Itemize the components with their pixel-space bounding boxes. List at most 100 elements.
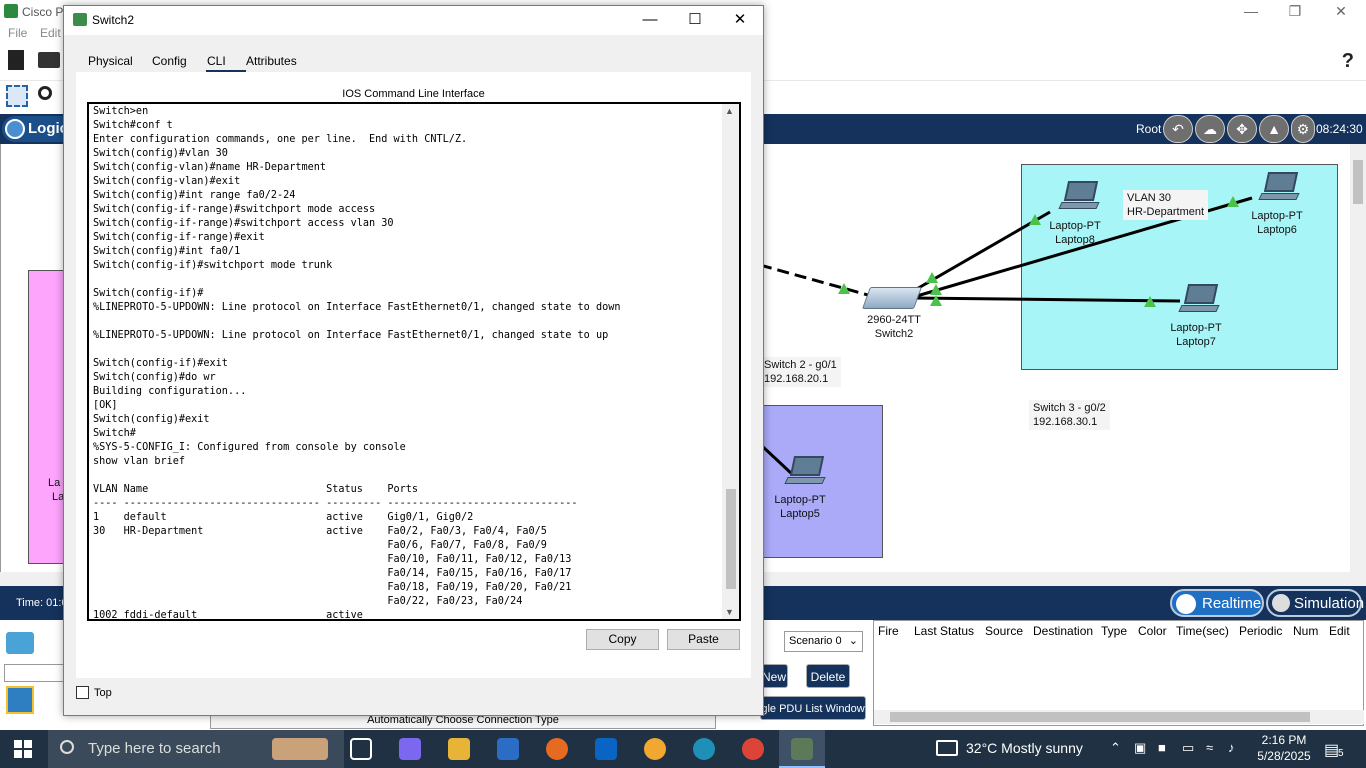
battery-icon[interactable]: ▭: [1182, 740, 1194, 756]
taskbar-date: 5/28/2025: [1257, 749, 1311, 763]
root-label: Root: [1136, 122, 1162, 136]
paste-button[interactable]: Paste: [667, 629, 740, 650]
col-type: Type: [1101, 624, 1128, 638]
laptop-icon[interactable]: [1058, 181, 1100, 211]
laptop8-model: Laptop-PT: [1049, 220, 1101, 232]
notification-count: 5: [1338, 748, 1344, 759]
switch2-gateway-note[interactable]: Switch 2 - g0/1 192.168.20.1: [760, 357, 841, 387]
cloud-icon[interactable]: ☁: [1195, 115, 1225, 143]
cli-output[interactable]: Switch>en Switch#conf t Enter configuratio…: [93, 105, 719, 619]
volume-icon[interactable]: ♪: [1228, 740, 1235, 755]
switch2-note-line1: Switch 2 - g0/1: [764, 359, 837, 371]
delete-scenario-button[interactable]: Delete: [806, 664, 850, 688]
cli-line: Fa0/18, Fa0/19, Fa0/20, Fa0/21: [93, 582, 572, 593]
new-file-icon[interactable]: [8, 50, 24, 70]
vlan-note[interactable]: VLAN 30 HR-Department: [1123, 190, 1209, 220]
cli-scrollbar[interactable]: ▲ ▼: [722, 104, 739, 619]
cli-line: ---- -------------------------------- --…: [93, 498, 578, 509]
switch3-gateway-note[interactable]: Switch 3 - g0/2 192.168.30.1: [1029, 400, 1110, 430]
search-highlight-icon[interactable]: [272, 738, 328, 760]
scroll-up-icon[interactable]: ▲: [725, 106, 734, 116]
search-icon: [60, 740, 74, 754]
camera-icon[interactable]: ■: [1158, 740, 1166, 755]
scenario-select[interactable]: Scenario 0 ⌄: [784, 631, 863, 652]
restore-icon[interactable]: ❐: [1272, 2, 1318, 22]
pdu-list-window-button[interactable]: gle PDU List Window: [760, 696, 866, 720]
copy-button[interactable]: Copy: [586, 629, 659, 650]
firefox-icon[interactable]: [546, 738, 568, 760]
move-icon[interactable]: ✥: [1227, 115, 1257, 143]
scroll-thumb[interactable]: [890, 712, 1310, 722]
windows-start-icon[interactable]: [14, 740, 32, 758]
menu-file[interactable]: File: [8, 26, 27, 40]
minimize-icon[interactable]: —: [1228, 2, 1274, 22]
col-last-status: Last Status: [914, 624, 975, 638]
cli-line: [93, 469, 719, 483]
scroll-thumb[interactable]: [1353, 160, 1363, 204]
edge-icon[interactable]: [693, 738, 715, 760]
top-checkbox-label: Top: [94, 687, 112, 699]
laptop-icon[interactable]: [1258, 172, 1300, 202]
open-folder-icon[interactable]: [38, 52, 60, 68]
menu-edit[interactable]: Edit: [40, 26, 61, 40]
connections-category-icon[interactable]: [6, 686, 34, 714]
wifi-icon[interactable]: ≈: [1206, 740, 1213, 755]
realtime-button[interactable]: Realtime: [1170, 589, 1264, 617]
weather-text[interactable]: 32°C Mostly sunny: [966, 740, 1083, 756]
scroll-down-icon[interactable]: ▼: [725, 607, 734, 617]
cli-console[interactable]: Switch>en Switch#conf t Enter configuratio…: [87, 102, 741, 621]
cli-line: Building configuration...: [93, 386, 247, 397]
tab-config[interactable]: Config: [152, 54, 187, 68]
select-icon[interactable]: [6, 85, 28, 107]
viewport-icon[interactable]: ⚙: [1291, 115, 1315, 143]
file-explorer-icon[interactable]: [448, 738, 470, 760]
simulation-icon: [1272, 594, 1290, 612]
minimize-icon[interactable]: —: [635, 10, 665, 32]
switch-model: 2960-24TT: [867, 314, 921, 326]
router-category-icon[interactable]: [6, 632, 34, 654]
pdu-hscroll[interactable]: [874, 710, 1364, 724]
tab-cli[interactable]: CLI: [207, 54, 226, 68]
weather-icon[interactable]: [936, 740, 958, 756]
laptop-icon[interactable]: [1178, 284, 1220, 314]
taskbar-time: 2:16 PM: [1261, 733, 1307, 747]
meet-now-icon[interactable]: ▣: [1134, 740, 1146, 756]
help-icon[interactable]: ?: [1342, 50, 1354, 73]
new-scenario-button[interactable]: New: [760, 664, 788, 688]
tab-attributes[interactable]: Attributes: [246, 54, 297, 68]
maximize-icon[interactable]: ☐: [680, 10, 710, 32]
close-icon[interactable]: ✕: [725, 10, 755, 32]
inspect-icon[interactable]: [38, 86, 52, 100]
chevron-up-icon[interactable]: ⌃: [1110, 740, 1121, 756]
task-view-icon[interactable]: [350, 738, 372, 760]
workspace-vscroll[interactable]: [1350, 144, 1366, 572]
background-image-icon[interactable]: ▲: [1259, 115, 1289, 143]
laptop8-name: Laptop8: [1055, 234, 1095, 245]
tab-physical[interactable]: Physical: [88, 54, 133, 68]
notification-icon[interactable]: ▤: [1324, 740, 1339, 760]
chrome-icon[interactable]: [742, 738, 764, 760]
laptop-icon[interactable]: [784, 456, 826, 486]
simulation-button[interactable]: Simulation: [1266, 589, 1364, 617]
cli-panel: IOS Command Line Interface Switch>en Swit…: [76, 72, 751, 678]
switch-icon[interactable]: [861, 287, 923, 309]
col-num: Num: [1293, 624, 1319, 638]
packet-tracer-icon[interactable]: [791, 738, 813, 760]
cli-line: [93, 273, 719, 287]
vpn-icon[interactable]: [644, 738, 666, 760]
copilot-icon[interactable]: [399, 738, 421, 760]
back-icon[interactable]: ↶: [1163, 115, 1193, 143]
top-checkbox[interactable]: [76, 686, 89, 699]
device-search-input[interactable]: [4, 664, 64, 682]
cli-line: Enter configuration commands, one per li…: [93, 134, 468, 145]
taskbar-clock[interactable]: 2:16 PM 5/28/2025: [1256, 732, 1312, 764]
cli-heading: IOS Command Line Interface: [342, 88, 485, 100]
scroll-thumb[interactable]: [726, 489, 736, 589]
outlook-icon[interactable]: [595, 738, 617, 760]
store-icon[interactable]: [497, 738, 519, 760]
search-placeholder: Type here to search: [88, 740, 221, 757]
link-status-indicator: [838, 283, 850, 294]
time-top: 08:24:30: [1316, 122, 1363, 136]
dialog-titlebar[interactable]: Switch2 — ☐ ✕: [64, 6, 763, 35]
close-icon[interactable]: ✕: [1318, 2, 1364, 22]
